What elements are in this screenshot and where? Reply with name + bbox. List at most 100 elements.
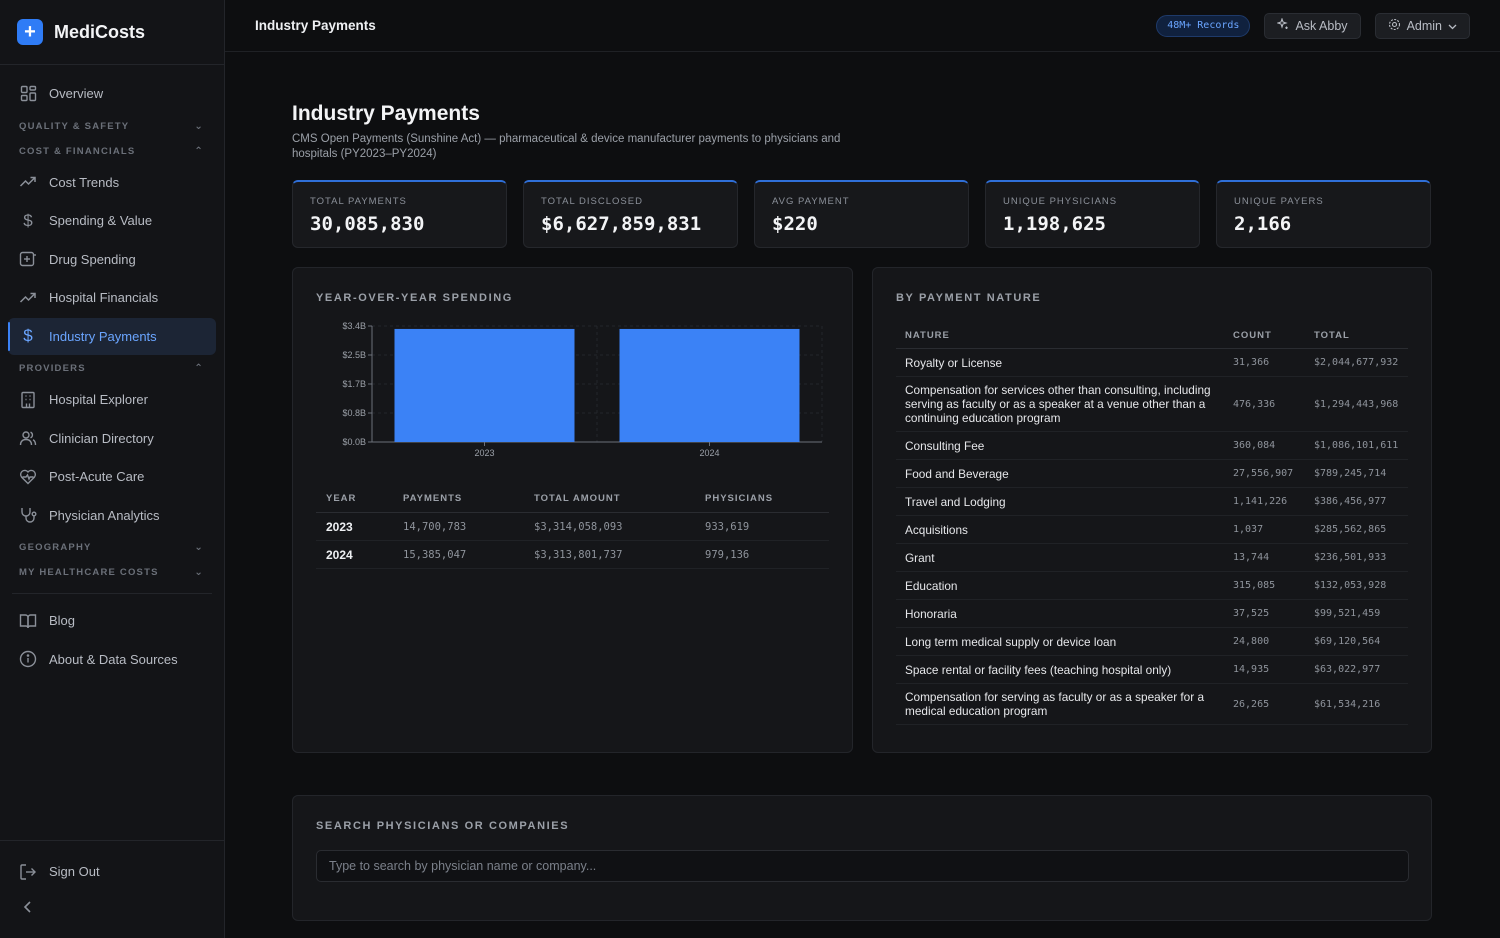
table-cell: 15,385,047 — [393, 540, 524, 569]
column-header: PAYMENTS — [393, 493, 524, 513]
section-label: MY HEALTHCARE COSTS — [19, 567, 159, 578]
collapse-sidebar-button[interactable] — [8, 894, 216, 924]
sidebar-item-label: Hospital Financials — [49, 290, 159, 305]
sidebar-item-hospital-financials[interactable]: Hospital Financials — [8, 279, 216, 316]
table-cell: $285,562,865 — [1305, 515, 1408, 544]
sidebar-item-overview[interactable]: Overview — [8, 75, 216, 112]
table-cell: Education — [896, 571, 1224, 600]
sidebar-item-label: Clinician Directory — [49, 430, 154, 446]
section-label: GEOGRAPHY — [19, 542, 92, 553]
table-cell: $69,120,564 — [1305, 627, 1408, 656]
table-cell: 37,525 — [1224, 599, 1305, 628]
table-row[interactable]: Compensation for services other than con… — [896, 376, 1408, 432]
admin-menu-button[interactable]: Admin — [1374, 12, 1470, 39]
sidebar-item-physician-analytics[interactable]: Physician Analytics — [8, 497, 216, 534]
dollar-icon: $ — [23, 326, 33, 345]
bar-chart: $0.0B $0.8B $1.7B $2.5B $3.4B 2023 2024 — [342, 321, 823, 458]
table-cell: $1,086,101,611 — [1305, 431, 1408, 460]
payment-nature-table: NATURE COUNT TOTAL Royalty or License 31,… — [896, 330, 1408, 725]
yoy-table: YEAR PAYMENTS TOTAL AMOUNT PHYSICIANS 20… — [316, 493, 829, 569]
sidebar-item-label: Industry Payments — [49, 328, 157, 344]
table-cell: 476,336 — [1224, 376, 1305, 432]
sparkle-icon — [1276, 17, 1289, 33]
table-cell: Honoraria — [896, 599, 1224, 628]
brand[interactable]: + MediCosts — [0, 0, 224, 65]
records-badge: 48M+ Records — [1156, 14, 1251, 37]
table-row[interactable]: Education 315,085 $132,053,928 — [896, 571, 1408, 600]
section-quality-safety[interactable]: QUALITY & SAFETY ⌄ — [8, 114, 216, 139]
section-my-healthcare-costs[interactable]: MY HEALTHCARE COSTS ⌄ — [8, 560, 216, 585]
y-tick-label: $2.5B — [342, 350, 366, 360]
table-row[interactable]: 2024 15,385,047 $3,313,801,737 979,136 — [316, 540, 829, 569]
search-input[interactable] — [316, 850, 1409, 882]
table-cell: $2,044,677,932 — [1305, 348, 1408, 377]
trend-icon — [19, 289, 37, 307]
table-cell: $1,294,443,968 — [1305, 376, 1408, 432]
page-subtitle: CMS Open Payments (Sunshine Act) — pharm… — [292, 133, 841, 160]
table-cell: 2024 — [316, 540, 393, 569]
sign-out-button[interactable]: Sign Out — [8, 853, 216, 890]
kpi-label: TOTAL DISCLOSED — [541, 196, 643, 207]
table-cell: 360,084 — [1224, 431, 1305, 460]
table-row[interactable]: Compensation for serving as faculty or a… — [896, 683, 1408, 725]
table-cell: $99,521,459 — [1305, 599, 1408, 628]
table-cell: $61,534,216 — [1305, 683, 1408, 725]
sidebar-item-drug-spending[interactable]: Drug Spending — [8, 241, 216, 278]
table-row[interactable]: Grant 13,744 $236,501,933 — [896, 543, 1408, 572]
sidebar-item-post-acute-care[interactable]: Post-Acute Care — [8, 458, 216, 495]
bar-2024 — [619, 328, 800, 442]
kpi-card-unique-physicians: UNIQUE PHYSICIANS 1,198,625 — [985, 180, 1200, 248]
sidebar-item-spending-value[interactable]: $ Spending & Value — [8, 202, 216, 239]
brand-name: MediCosts — [54, 21, 146, 42]
page-content: Industry Payments CMS Open Payments (Sun… — [225, 52, 1500, 921]
panel-title: BY PAYMENT NATURE — [896, 292, 1042, 304]
sidebar-item-cost-trends[interactable]: Cost Trends — [8, 164, 216, 201]
sidebar-item-industry-payments[interactable]: $ Industry Payments — [8, 317, 216, 355]
table-cell: Compensation for serving as faculty or a… — [896, 683, 1224, 725]
kpi-label: TOTAL PAYMENTS — [310, 196, 407, 207]
sidebar-item-blog[interactable]: Blog — [8, 602, 216, 639]
section-geography[interactable]: GEOGRAPHY ⌄ — [8, 535, 216, 560]
sidebar-item-label: About & Data Sources — [49, 651, 178, 667]
ask-abby-button[interactable]: Ask Abby — [1264, 12, 1361, 39]
column-header: TOTAL — [1305, 330, 1408, 349]
table-cell: 27,556,907 — [1224, 459, 1305, 488]
table-row[interactable]: Travel and Lodging 1,141,226 $386,456,977 — [896, 487, 1408, 516]
table-row[interactable]: Royalty or License 31,366 $2,044,677,932 — [896, 348, 1408, 377]
table-header-row: YEAR PAYMENTS TOTAL AMOUNT PHYSICIANS — [316, 493, 829, 513]
table-cell: 14,700,783 — [393, 512, 524, 541]
sidebar-item-clinician-directory[interactable]: Clinician Directory — [8, 420, 216, 457]
section-providers[interactable]: PROVIDERS ⌃ — [8, 356, 216, 381]
table-cell: Acquisitions — [896, 515, 1224, 544]
table-cell: $132,053,928 — [1305, 571, 1408, 600]
table-row[interactable]: Acquisitions 1,037 $285,562,865 — [896, 515, 1408, 544]
column-header: YEAR — [316, 493, 393, 513]
sidebar: + MediCosts Overview QUALITY & SAFETY ⌄ … — [0, 0, 225, 938]
table-cell: $3,313,801,737 — [524, 540, 695, 569]
table-row[interactable]: Space rental or facility fees (teaching … — [896, 655, 1408, 684]
logout-icon — [19, 863, 37, 881]
table-row[interactable]: Honoraria 37,525 $99,521,459 — [896, 599, 1408, 628]
table-cell: $789,245,714 — [1305, 459, 1408, 488]
section-label: PROVIDERS — [19, 363, 86, 374]
table-row[interactable]: Consulting Fee 360,084 $1,086,101,611 — [896, 431, 1408, 460]
sidebar-item-about[interactable]: About & Data Sources — [8, 641, 216, 678]
section-label: COST & FINANCIALS — [19, 145, 136, 157]
sidebar-item-label: Cost Trends — [49, 174, 120, 190]
panel-title: SEARCH PHYSICIANS OR COMPANIES — [316, 820, 570, 832]
table-cell: 315,085 — [1224, 571, 1305, 600]
sidebar-nav: Overview QUALITY & SAFETY ⌄ COST & FINAN… — [0, 65, 224, 678]
kpi-label: UNIQUE PHYSICIANS — [1003, 196, 1118, 207]
admin-label: Admin — [1406, 18, 1442, 33]
table-row[interactable]: Long term medical supply or device loan 2… — [896, 627, 1408, 656]
chevron-left-icon — [22, 900, 34, 919]
table-cell: Grant — [896, 543, 1224, 572]
kpi-card-unique-payers: UNIQUE PAYERS 2,166 — [1216, 180, 1431, 248]
column-header: PHYSICIANS — [695, 493, 829, 513]
table-cell: Compensation for services other than con… — [896, 376, 1224, 432]
y-tick-label: $3.4B — [342, 321, 366, 331]
table-row[interactable]: 2023 14,700,783 $3,314,058,093 933,619 — [316, 512, 829, 541]
table-row[interactable]: Food and Beverage 27,556,907 $789,245,714 — [896, 459, 1408, 488]
section-cost-financials[interactable]: COST & FINANCIALS ⌃ — [8, 139, 216, 164]
sidebar-item-hospital-explorer[interactable]: Hospital Explorer — [8, 381, 216, 418]
